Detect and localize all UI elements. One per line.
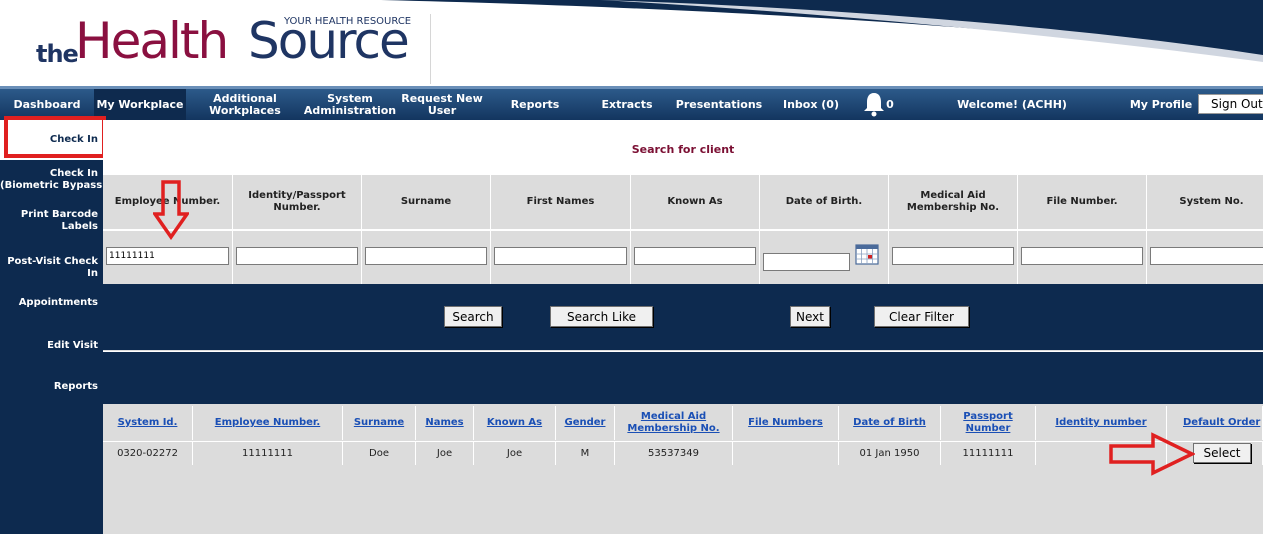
filter-header-known-as: Known As: [631, 175, 760, 229]
right-arrow-annotation: [1109, 432, 1195, 476]
filter-header-system-no: System No.: [1147, 175, 1263, 229]
logo-health: Health: [75, 12, 229, 70]
employee-number-input[interactable]: [106, 247, 229, 265]
next-button[interactable]: Next: [790, 306, 830, 327]
result-cell-system-id: 0320-02272: [103, 441, 193, 465]
top-nav: Dashboard My Workplace Additional Workpl…: [0, 88, 1263, 120]
logo-source: Source: [248, 12, 410, 70]
filter-cell-file-number: [1018, 230, 1147, 284]
results-header-file-numbers[interactable]: File Numbers: [733, 406, 839, 440]
result-cell-date-of-birth: 01 Jan 1950: [839, 441, 941, 465]
result-cell-passport-number: 11111111: [941, 441, 1036, 465]
filter-header-file-number: File Number.: [1018, 175, 1147, 229]
sidebar-item-post-visit-check-in[interactable]: Post-Visit Check In: [0, 256, 103, 280]
search-button[interactable]: Search: [444, 306, 502, 327]
results-header-system-id[interactable]: System Id.: [103, 406, 193, 440]
results-header-date-of-birth[interactable]: Date of Birth: [839, 406, 941, 440]
filter-header-surname: Surname: [362, 175, 491, 229]
search-button-bar: Search Search Like Next Clear Filter: [103, 284, 1263, 350]
filter-header-identity-passport: Identity/Passport Number.: [233, 175, 362, 229]
filter-header-medical-aid: Medical Aid Membership No.: [889, 175, 1018, 229]
nav-system-administration[interactable]: System Administration: [302, 89, 398, 120]
known-as-input[interactable]: [634, 247, 756, 265]
nav-reports[interactable]: Reports: [504, 89, 566, 120]
search-title: Search for client: [103, 120, 1263, 174]
down-arrow-annotation: [153, 180, 189, 240]
sidebar-item-edit-visit[interactable]: Edit Visit: [0, 340, 103, 352]
nav-additional-workplaces[interactable]: Additional Workplaces: [202, 89, 288, 120]
identity-passport-input[interactable]: [236, 247, 358, 265]
results-header-employee-number[interactable]: Employee Number.: [193, 406, 343, 440]
result-cell-employee-number: 11111111: [193, 441, 343, 465]
sidebar-item-appointments[interactable]: Appointments: [0, 297, 103, 309]
sign-out-button[interactable]: Sign Out: [1198, 94, 1263, 114]
filter-cell-medical-aid: [889, 230, 1018, 284]
filter-cell-known-as: [631, 230, 760, 284]
result-cell-known-as: Joe: [474, 441, 556, 465]
file-number-input[interactable]: [1021, 247, 1143, 265]
result-cell-file-numbers: [733, 441, 839, 465]
calendar-icon[interactable]: [855, 243, 879, 265]
logo[interactable]: YOUR HEALTH RESOURCE the Health Source: [34, 8, 434, 78]
results-header-known-as[interactable]: Known As: [474, 406, 556, 440]
results-header-surname[interactable]: Surname: [343, 406, 416, 440]
results-table: System Id. Employee Number. Surname Name…: [103, 406, 1263, 466]
filter-cell-system-no: [1147, 230, 1263, 284]
clear-filter-button[interactable]: Clear Filter: [874, 306, 969, 327]
nav-my-workplace[interactable]: My Workplace: [94, 89, 186, 120]
filter-cell-date-of-birth: [760, 230, 889, 284]
result-cell-surname: Doe: [343, 441, 416, 465]
highlight-box-check-in: [4, 116, 106, 158]
sidebar-item-reports[interactable]: Reports: [0, 381, 103, 393]
first-names-input[interactable]: [494, 247, 627, 265]
result-cell-names: Joe: [416, 441, 474, 465]
search-like-button[interactable]: Search Like: [550, 306, 653, 327]
welcome-text: Welcome! (ACHH): [957, 97, 1067, 111]
results-header-gender[interactable]: Gender: [556, 406, 615, 440]
notification-count: 0: [886, 97, 894, 111]
sidebar: Check In Check In (Biometric Bypass) Pri…: [0, 120, 107, 534]
nav-my-profile[interactable]: My Profile: [1128, 89, 1194, 120]
nav-extracts[interactable]: Extracts: [596, 89, 658, 120]
select-button[interactable]: Select: [1193, 443, 1251, 463]
results-header-medical-aid[interactable]: Medical Aid Membership No.: [615, 406, 733, 440]
page: YOUR HEALTH RESOURCE the Health Source D…: [0, 0, 1263, 534]
results-header-passport-number[interactable]: Passport Number: [941, 406, 1036, 440]
results-header-names[interactable]: Names: [416, 406, 474, 440]
nav-inbox[interactable]: Inbox (0): [778, 89, 844, 120]
filter-cell-identity: [233, 230, 362, 284]
nav-presentations[interactable]: Presentations: [674, 89, 764, 120]
result-cell-gender: M: [556, 441, 615, 465]
main-content: Search for client Employee Number. Ident…: [103, 120, 1263, 534]
nav-request-new-user[interactable]: Request New User: [400, 89, 484, 120]
header: YOUR HEALTH RESOURCE the Health Source: [0, 0, 1263, 88]
result-cell-medical-aid: 53537349: [615, 441, 733, 465]
sidebar-item-print-barcode-labels[interactable]: Print Barcode Labels: [0, 209, 103, 233]
medical-aid-input[interactable]: [892, 247, 1014, 265]
search-filter-table: Employee Number. Identity/Passport Numbe…: [103, 174, 1263, 284]
header-divider: [430, 14, 431, 84]
filter-cell-first-names: [491, 230, 631, 284]
results-band: [103, 351, 1263, 404]
date-of-birth-input[interactable]: [763, 253, 850, 271]
filter-cell-surname: [362, 230, 491, 284]
filter-header-first-names: First Names: [491, 175, 631, 229]
logo-the: the: [36, 40, 79, 68]
filter-header-date-of-birth: Date of Birth.: [760, 175, 889, 229]
surname-input[interactable]: [365, 247, 487, 265]
system-no-input[interactable]: [1150, 247, 1263, 265]
sidebar-item-check-in-biometric-bypass[interactable]: Check In (Biometric Bypass): [0, 168, 107, 192]
